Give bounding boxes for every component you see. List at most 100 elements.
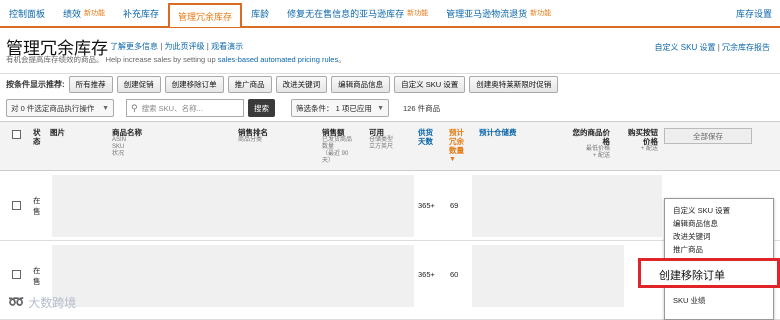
filter-condition-select[interactable]: 筛选条件： 1 项已应用 ▼ (291, 99, 389, 117)
bulk-action-label: 对 0 件选定商品执行操作 (11, 103, 95, 113)
header-supply-days[interactable]: 供货天数 (418, 128, 436, 146)
header-product-name[interactable]: 商品名称 ASIN SKU 状况 (112, 128, 142, 158)
header-estimated-excess[interactable]: 预计冗余数量 ▼ (449, 128, 467, 164)
tab-label: 管理亚马逊物流退货 (446, 8, 528, 19)
watch-demo-link[interactable]: 观看演示 (211, 42, 243, 51)
header-sub: + 配送 (592, 153, 610, 159)
header-label: 可用 (369, 128, 384, 137)
recommendation-filter-row: 按条件显示推荐: 所有推荐 创建促销 创建移除订单 推广商品 改进关键词 编辑商… (0, 73, 780, 95)
filter-condition-label: 筛选条件： 1 项已应用 (296, 103, 372, 113)
menu-item-create-removal-order[interactable]: 创建移除订单 (638, 258, 780, 288)
product-info-placeholder (52, 175, 414, 237)
menu-item-advertise[interactable]: 推广商品 (673, 244, 703, 255)
tab-fix-stranded[interactable]: 修复无在售信息的亚马逊库存 新功能 (278, 0, 437, 27)
new-badge: 新功能 (407, 10, 429, 17)
page-subtitle: 有机会提高库存绩效的商品。 Help increase sales by set… (6, 54, 346, 65)
menu-item-sku-performance[interactable]: SKU 业绩 (673, 295, 706, 306)
top-tab-bar: 控制面板 绩效 新功能 补充库存 管理冗余库存 库龄 修复无在售信息的亚马逊库存新… (0, 0, 780, 28)
filter-all-button[interactable]: 所有推荐 (68, 76, 113, 93)
header-label: 您的商品价格 (572, 128, 611, 146)
status-text: 在售 (33, 196, 41, 216)
excess-report-link[interactable]: 冗余库存报告 (722, 43, 770, 52)
tab-fba-returns[interactable]: 管理亚马逊物流退货 新功能 (437, 0, 560, 27)
tab-label: 控制面板 (9, 8, 46, 19)
tab-performance[interactable]: 绩效 新功能 (54, 0, 114, 27)
header-your-price[interactable]: 您的商品价格 最低价格 + 配送 (566, 128, 611, 160)
header-sub: 立方英尺 (369, 144, 394, 150)
header-sub: 状况 (112, 151, 125, 157)
subtitle-suffix: 。 (338, 55, 346, 64)
table-row: 在售 365+ 69 (0, 171, 780, 241)
header-label: 销售排名 (238, 128, 268, 137)
toolbar-row: 对 0 件选定商品执行操作 ▼ ⚲ 搜索 SKU、名称... 搜索 筛选条件： … (0, 97, 780, 119)
header-sub: （最近 90 (322, 151, 349, 157)
tab-inventory-age[interactable]: 库龄 (242, 0, 278, 27)
search-input[interactable]: ⚲ 搜索 SKU、名称... (126, 99, 244, 117)
header-sales[interactable]: 销售额 已发货商品 数量 （最近 90 天） (322, 128, 352, 165)
search-button[interactable]: 搜索 (248, 99, 275, 117)
filter-label: 按条件显示推荐: (6, 80, 65, 89)
pricing-rules-link[interactable]: sales-based automated pricing rules (218, 55, 338, 64)
row-checkbox[interactable] (12, 270, 21, 279)
supply-days-value: 365+ (418, 270, 435, 279)
table-header: 状态 图片 商品名称 ASIN SKU 状况 销售排名 商品分类 销售额 已发货… (0, 121, 780, 171)
search-placeholder: 搜索 SKU、名称... (141, 103, 203, 113)
supply-days-value: 365+ (418, 201, 435, 210)
save-all-button[interactable]: 全部保存 (664, 128, 752, 144)
tab-dashboard[interactable]: 控制面板 (0, 0, 54, 27)
rate-page-link[interactable]: 为此页评级 (165, 42, 205, 51)
estimated-excess-value: 69 (450, 201, 459, 210)
tab-label: 补充库存 (123, 8, 160, 19)
learn-more-link[interactable]: 了解更多信息 (110, 42, 158, 51)
header-sub: SKU (112, 144, 125, 150)
row-checkbox[interactable] (12, 201, 21, 210)
header-sub: 已发货商品 (322, 137, 353, 143)
tab-label: 库龄 (251, 8, 270, 19)
header-sub: 仓储类型 (369, 137, 394, 143)
filter-keywords-button[interactable]: 改进关键词 (275, 76, 328, 93)
inventory-settings-link[interactable]: 库存设置 (736, 7, 780, 20)
header-label: 购买按钮价格 (628, 128, 658, 146)
header-label: 销售额 (322, 128, 345, 137)
top-right-links: 自定义 SKU 设置 | 冗余库存报告 (655, 42, 770, 53)
subtitle-text: 有机会提高库存绩效的商品。 Help increase sales by set… (6, 55, 218, 64)
watermark-logo-icon: ➿ (8, 295, 25, 310)
filter-promotion-button[interactable]: 创建促销 (116, 76, 161, 93)
filter-advertise-button[interactable]: 推广商品 (227, 76, 272, 93)
pricing-placeholder (472, 175, 662, 237)
header-buybox-price[interactable]: 购买按钮价格 + 配送 (622, 128, 658, 153)
watermark: ➿ 大数跨境 (8, 294, 76, 311)
header-sales-rank[interactable]: 销售排名 商品分类 (238, 128, 268, 144)
header-estimated-storage-fee[interactable]: 预计仓储费 (479, 128, 525, 137)
estimated-excess-value: 60 (450, 270, 459, 279)
header-sub: ASIN (112, 137, 127, 143)
select-all-checkbox[interactable] (12, 130, 21, 139)
tab-label: 绩效 (63, 8, 82, 19)
filter-outlet-deal-button[interactable]: 创建奥特莱斯限时促销 (469, 76, 559, 93)
tab-manage-excess[interactable]: 管理冗余库存 (168, 3, 243, 27)
header-available[interactable]: 可用 仓储类型 立方英尺 (369, 128, 393, 151)
chevron-down-icon: ▼ (102, 104, 109, 112)
status-text: 在售 (33, 266, 41, 286)
header-image: 图片 (50, 128, 65, 137)
filter-custom-sku-button[interactable]: 自定义 SKU 设置 (394, 76, 466, 93)
menu-item-custom-sku[interactable]: 自定义 SKU 设置 (673, 205, 730, 216)
pricing-placeholder (472, 245, 624, 307)
sort-down-icon: ▼ (449, 156, 456, 163)
filter-removal-order-button[interactable]: 创建移除订单 (164, 76, 224, 93)
menu-item-keywords[interactable]: 改进关键词 (673, 231, 711, 242)
filter-edit-listing-button[interactable]: 编辑商品信息 (331, 76, 391, 93)
watermark-text: 大数跨境 (28, 296, 77, 310)
new-badge: 新功能 (84, 10, 106, 17)
header-sub: 数量 (322, 144, 335, 150)
tab-label: 管理冗余库存 (178, 11, 233, 22)
item-count: 126 件商品 (403, 103, 441, 113)
menu-item-label: 创建移除订单 (659, 270, 725, 282)
custom-sku-settings-link[interactable]: 自定义 SKU 设置 (655, 43, 716, 52)
header-status: 状态 (33, 128, 41, 146)
tab-label: 修复无在售信息的亚马逊库存 (287, 8, 405, 19)
bulk-action-select[interactable]: 对 0 件选定商品执行操作 ▼ (6, 99, 114, 117)
tab-restock[interactable]: 补充库存 (114, 0, 168, 27)
header-sub: 最低价格 (585, 146, 610, 152)
menu-item-edit-listing[interactable]: 编辑商品信息 (673, 218, 718, 229)
